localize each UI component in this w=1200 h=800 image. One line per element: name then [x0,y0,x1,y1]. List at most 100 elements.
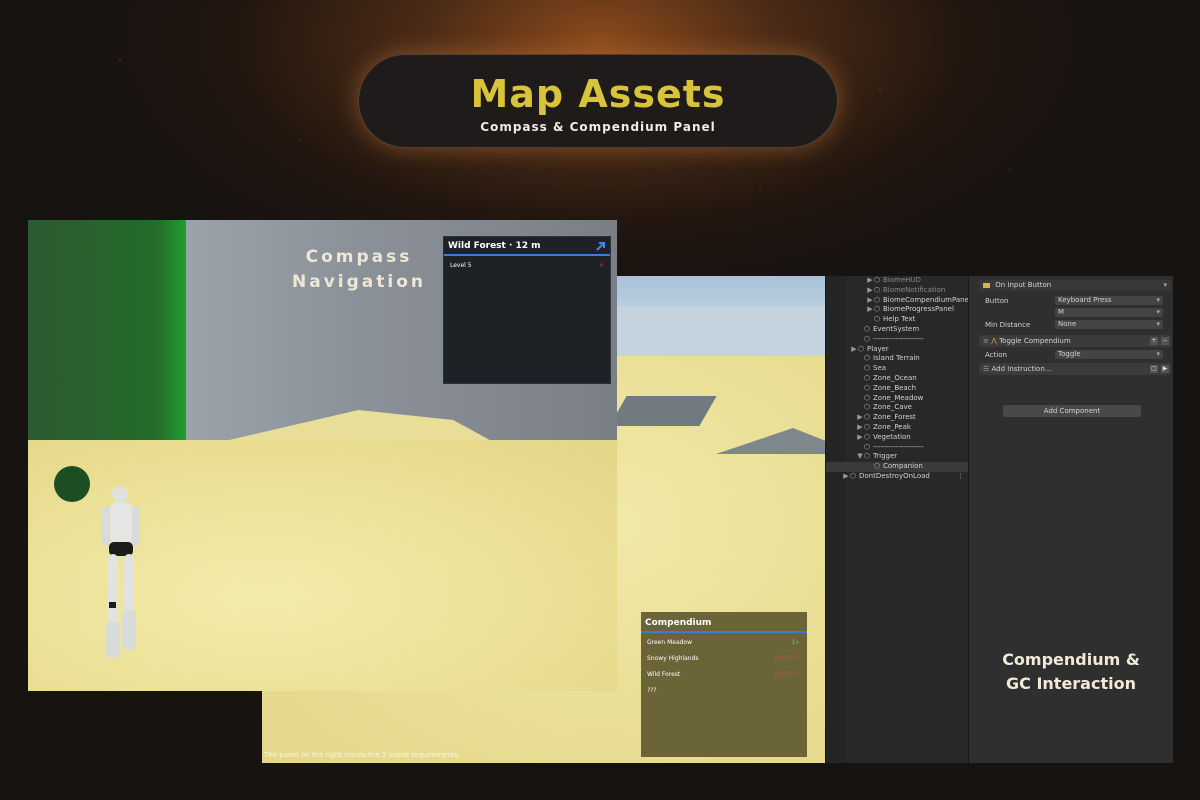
overlay-title-line: Navigation [292,272,426,292]
hierarchy-item[interactable]: ▶⬡ BiomeHUD [826,276,968,286]
compendium-row[interactable]: Green Meadow 1» [641,633,807,649]
biome-status: LOCKED [774,655,799,662]
copy-icon[interactable]: ▢ [1150,365,1158,373]
hierarchy-item-label: BiomeNotification [883,285,946,294]
gameobject-icon: ⬡ [864,324,871,333]
gameobject-icon: ⬡ [864,393,871,402]
min-distance-value: None [1058,320,1077,328]
instruction-label: Toggle Compendium [999,337,1071,345]
compendium-title: Compendium [641,612,807,633]
hierarchy-item[interactable]: ⬡ Zone_Meadow [826,394,968,404]
button-dropdown[interactable]: Keyboard Press ▾ [1055,296,1163,305]
hierarchy-item[interactable]: ⬡ Companion [826,462,968,472]
expand-arrow-icon[interactable]: ▶ [866,305,874,315]
close-icon[interactable]: × [599,262,604,269]
min-distance-label: Min Distance [985,321,1031,329]
expand-arrow-icon[interactable]: ▶ [866,276,874,286]
chevron-down-icon[interactable]: ▾ [1163,280,1167,291]
key-dropdown[interactable]: M ▾ [1055,308,1163,317]
expand-arrow-icon[interactable]: ▶ [856,413,864,423]
gameobject-icon: ⬡ [874,315,881,324]
min-distance-field: Min Distance None ▾ [969,319,1173,331]
chevron-down-icon: ▾ [1156,296,1160,304]
trigger-header-label: On Input Button [995,281,1052,289]
drag-handle-icon[interactable]: ≡ [983,337,989,345]
hierarchy-item-label: Companion [883,462,923,471]
caption-line: Compendium & [1002,650,1140,669]
expand-arrow-icon[interactable]: ▶ [856,433,864,443]
compendium-row[interactable]: Wild Forest LOCKED [641,665,807,681]
hierarchy-item-label: Zone_Meadow [873,393,924,402]
expand-arrow-icon[interactable]: ▶ [856,423,864,433]
hierarchy-item-label: Vegetation [873,432,911,441]
remove-icon[interactable]: − [1161,337,1169,345]
page-subtitle: Compass & Compendium Panel [480,120,716,134]
gameobject-icon: ⬡ [864,354,871,363]
gameobject-icon: ⬡ [858,344,865,353]
hierarchy-item[interactable]: ▶⬡ BiomeNotification [826,286,968,296]
action-value: Toggle [1058,350,1081,358]
expand-arrow-icon[interactable]: ▶ [866,286,874,296]
level-label: Level 5 [450,262,472,269]
add-icon[interactable]: + [1150,337,1158,345]
expand-arrow-icon[interactable]: ▶ [842,472,850,482]
hierarchy-item-label: Zone_Cave [873,403,912,412]
biome-status: 1» [791,639,800,646]
compass-row: Level 5 × [444,256,610,269]
more-options-icon[interactable]: ⋮ [957,472,964,482]
hierarchy-item[interactable]: ⬡ -------------------- [826,335,968,345]
hierarchy-item-label: Zone_Beach [873,383,917,392]
add-instruction-label: Add Instruction... [991,365,1052,373]
hierarchy-item[interactable]: ⬡ Island Terrain [826,354,968,364]
biome-name: ??? [647,687,657,694]
expand-arrow-icon[interactable]: ▼ [856,452,864,462]
hierarchy-item[interactable]: ▶⬡ Vegetation [826,433,968,443]
gameobject-icon: ⬡ [864,422,871,431]
hierarchy-item[interactable]: ▶⬡ Player [826,345,968,355]
hierarchy-item-label: Sea [873,364,887,373]
hierarchy-item[interactable]: ▼⬡ Trigger [826,452,968,462]
hierarchy-item[interactable]: ⬡ Sea [826,364,968,374]
hierarchy-item[interactable]: ▶⬡ BiomeProgressPanel [826,305,968,315]
expand-arrow-icon[interactable]: ▶ [850,345,858,355]
gameobject-icon: ⬡ [874,305,881,314]
gameobject-icon: ⬡ [864,413,871,422]
gameobject-icon: ⬡ [864,403,871,412]
hierarchy-item[interactable]: ▶⬡ BiomeCompendiumPanel [826,295,971,306]
key-value: M [1058,308,1065,316]
rock-shape [609,396,717,426]
hierarchy-item-label: Zone_Forest [873,413,916,422]
direction-arrow-icon [596,242,605,251]
trigger-header[interactable]: On Input Button ▾ [979,280,1171,291]
hierarchy-item[interactable]: ▶⬡ DontDestroyOnLoad ⋮ [826,472,968,482]
biome-status: LOCKED [774,671,799,678]
compendium-row[interactable]: ??? [641,681,807,697]
expand-arrow-icon[interactable]: ▶ [866,296,874,306]
game-view-front: Compass Navigation Wild Forest · 12 m Le… [28,220,617,691]
add-component-button[interactable]: Add Component [1003,405,1141,417]
add-instruction-row[interactable]: ☰ Add Instruction... ▢ ▶ [979,363,1171,375]
hierarchy-item-label: BiomeCompendiumPanel [883,295,971,304]
gameobject-icon: ⬡ [874,285,881,294]
biome-name: Green Meadow [647,639,693,646]
hierarchy-item-label: BiomeHUD [883,276,921,284]
instruction-icon: ⋀ [991,337,997,345]
trigger-icon [983,282,990,288]
hint-text: The panel on the right traces the 3 scen… [264,751,461,759]
min-distance-dropdown[interactable]: None ▾ [1055,320,1163,329]
hierarchy-item[interactable]: ⬡ Zone_Beach [826,384,968,394]
hierarchy-item[interactable]: ⬡ Help Text [826,315,968,325]
hierarchy-panel: ▶⬡ BiomeHUD ▶⬡ BiomeNotification ▶⬡ BiomeComp… [825,276,971,763]
hierarchy-item[interactable]: ▶⬡ Zone_Peak [826,423,968,433]
hierarchy-item[interactable]: ⬡ Zone_Cave [826,403,968,413]
gameobject-icon: ⬡ [864,373,871,382]
instruction-header[interactable]: ≡ ⋀ Toggle Compendium + − [979,335,1171,347]
hierarchy-item[interactable]: ⬡ -------------------- [826,443,968,453]
hierarchy-item[interactable]: ⬡ Zone_Ocean [826,374,968,384]
compendium-row[interactable]: Snowy Highlands LOCKED [641,649,807,665]
action-dropdown[interactable]: Toggle ▾ [1055,350,1163,359]
hierarchy-item[interactable]: ⬡ EventSystem [826,325,968,335]
play-icon[interactable]: ▶ [1161,365,1169,373]
biome-name: Snowy Highlands [647,655,699,662]
hierarchy-item[interactable]: ▶⬡ Zone_Forest [826,413,968,423]
